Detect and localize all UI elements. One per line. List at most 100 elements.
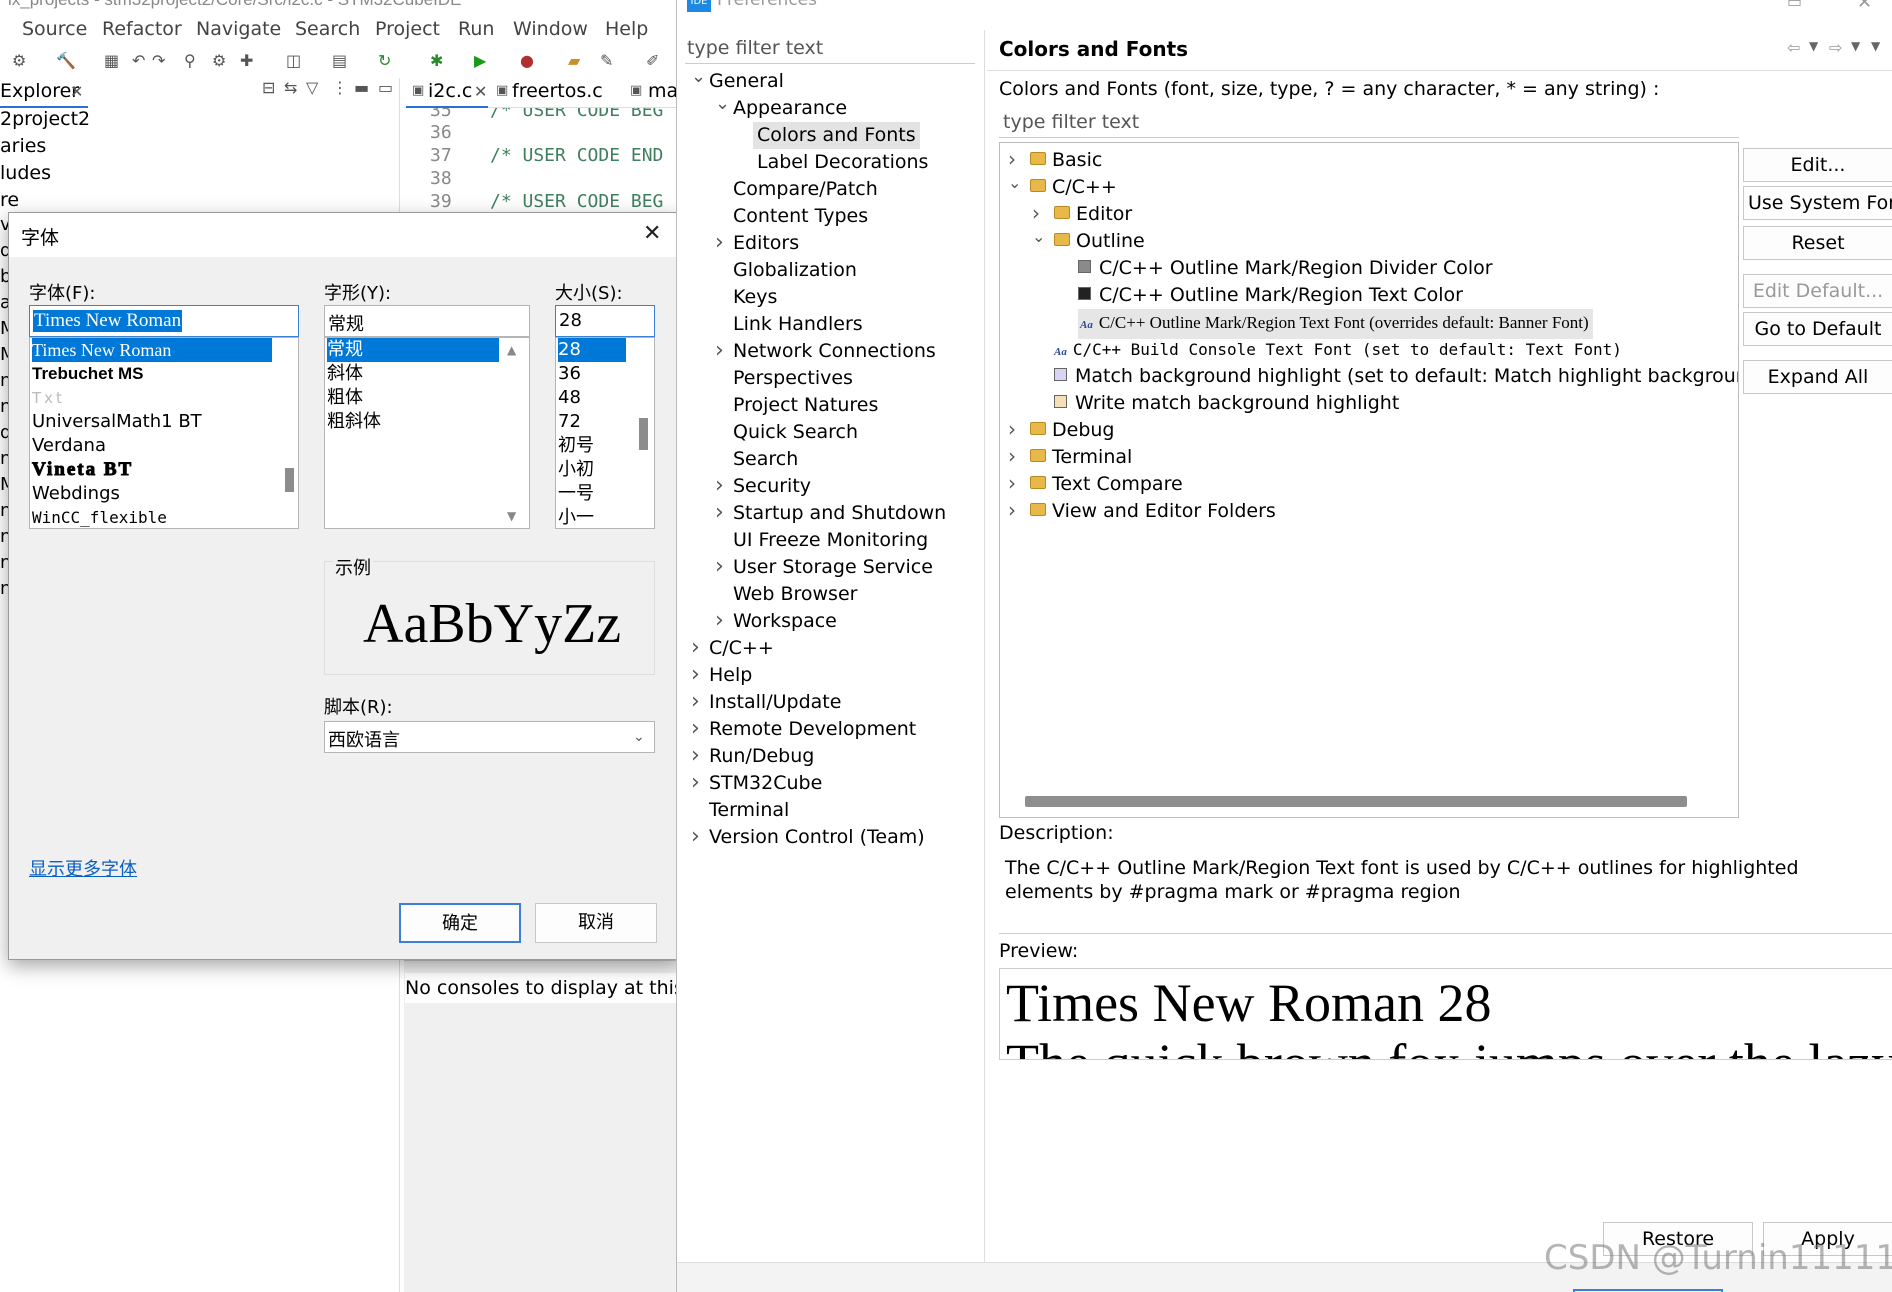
debug-icon[interactable]: ⚙ — [12, 53, 26, 69]
list-item[interactable]: WinCC_flexible — [32, 506, 167, 528]
nav-item[interactable]: Link Handlers — [677, 311, 983, 338]
nav-item[interactable]: › Install/Update — [677, 689, 983, 716]
list-item[interactable]: 一号 — [558, 482, 594, 506]
chevron-down-icon[interactable]: ⌄ — [691, 63, 706, 90]
nav-item[interactable]: › C/C++ — [677, 635, 983, 662]
list-item[interactable]: 小初 — [558, 458, 594, 482]
family-scrollbar[interactable] — [280, 338, 298, 528]
nav-item[interactable]: › Workspace — [677, 608, 983, 635]
style-input[interactable]: 常规 — [324, 305, 530, 337]
nav-item[interactable]: Compare/Patch — [677, 176, 983, 203]
pencil-icon[interactable]: ✐ — [646, 53, 659, 69]
pen-icon[interactable]: ✎ — [600, 53, 613, 69]
nav-item[interactable]: › User Storage Service — [677, 554, 983, 581]
chevron-right-icon[interactable]: › — [691, 634, 700, 661]
collapse-icon[interactable]: ⊟ — [262, 80, 275, 96]
nav-item[interactable]: UI Freeze Monitoring — [677, 527, 983, 554]
nav-item[interactable]: › Startup and Shutdown — [677, 500, 983, 527]
edit-button[interactable]: Edit... — [1743, 148, 1892, 182]
chevron-right-icon[interactable]: › — [1008, 497, 1016, 524]
edit-default-button[interactable]: Edit Default... — [1743, 274, 1892, 308]
list-item[interactable]: 小一 — [558, 506, 594, 528]
nav-item[interactable]: ⌄ Appearance — [677, 93, 983, 122]
nav-item[interactable]: Project Natures — [677, 392, 983, 419]
bug-icon[interactable]: ✱ — [430, 53, 443, 69]
explorer-item[interactable]: aries — [0, 135, 46, 157]
menu-run[interactable]: Run — [458, 18, 494, 40]
menu-icon[interactable]: ▼ — [1871, 40, 1880, 52]
expand-all-button[interactable]: Expand All — [1743, 360, 1892, 394]
tree-hscroll[interactable] — [1025, 796, 1687, 807]
chevron-right-icon[interactable]: › — [715, 607, 724, 634]
gear-icon[interactable]: ⚙ — [212, 53, 226, 69]
close-icon[interactable]: ✕ — [1857, 0, 1872, 12]
chevron-right-icon[interactable]: › — [691, 769, 700, 796]
nav-item[interactable]: › STM32Cube — [677, 770, 983, 797]
list-item[interactable]: Txt — [32, 386, 65, 410]
save-icon[interactable]: ▦ — [104, 53, 119, 69]
forward-icon[interactable]: ⇨ — [1829, 40, 1842, 56]
list-item[interactable]: 36 — [558, 362, 581, 386]
run-icon[interactable]: ▶ — [474, 53, 486, 69]
nav-item[interactable]: › Editors — [677, 230, 983, 257]
prefs-filter-input[interactable]: type filter text — [685, 34, 975, 64]
list-item[interactable]: 48 — [558, 386, 581, 410]
undo-icon[interactable]: ↶ — [132, 53, 145, 69]
nav-item[interactable]: › Security — [677, 473, 983, 500]
scroll-down-icon[interactable]: ▼ — [507, 510, 516, 522]
list-item[interactable]: 粗斜体 — [327, 410, 381, 434]
folder-open-icon[interactable]: ▰ — [568, 53, 580, 69]
chevron-down-icon[interactable]: ▼ — [1809, 40, 1818, 52]
family-input[interactable]: Times New Roman — [29, 305, 299, 337]
tab-main[interactable]: ▣ mai — [628, 78, 683, 108]
nav-item[interactable]: › Remote Development — [677, 716, 983, 743]
list-item[interactable]: Times New Roman — [32, 338, 272, 362]
nav-item[interactable]: Search — [677, 446, 983, 473]
file-icon[interactable]: ▤ — [332, 53, 347, 69]
list-item[interactable]: 初号 — [558, 434, 594, 458]
go-to-default-button[interactable]: Go to Default — [1743, 312, 1892, 346]
nav-item[interactable]: Terminal — [677, 797, 983, 824]
menu-source[interactable]: Source — [22, 18, 87, 40]
filter-icon[interactable]: ▽ — [306, 80, 318, 96]
chevron-right-icon[interactable]: › — [715, 499, 724, 526]
nav-item[interactable]: Colors and Fonts — [677, 122, 983, 149]
tab-freertos[interactable]: ▣ freertos.c — [494, 78, 606, 108]
nav-item[interactable]: Quick Search — [677, 419, 983, 446]
colors-fonts-tree[interactable]: › Basic ⌄ C/C++ › Editor ⌄ Outline C/C++ Outline… — [999, 142, 1739, 818]
size-input[interactable]: 28 — [555, 305, 655, 337]
list-item[interactable]: 常规 — [327, 338, 499, 362]
chevron-right-icon[interactable]: › — [691, 715, 700, 742]
menu-navigate[interactable]: Navigate — [196, 18, 281, 40]
scroll-up-icon[interactable]: ▲ — [507, 344, 516, 356]
close-icon[interactable]: ✕ — [474, 84, 487, 100]
chevron-right-icon[interactable]: › — [1008, 470, 1016, 497]
list-item[interactable]: Trebuchet MS — [32, 362, 143, 386]
code-editor[interactable]: 35 /* USER CODE BEG 36 37 /* USER CODE E… — [404, 108, 676, 218]
explorer-item[interactable]: 2project2 — [0, 108, 90, 130]
list-item[interactable]: Vineta BT — [31, 458, 133, 482]
use-system-font-button[interactable]: Use System Font — [1743, 186, 1892, 220]
nav-item[interactable]: › Network Connections — [677, 338, 983, 365]
nav-item[interactable]: › Run/Debug — [677, 743, 983, 770]
size-scrollbar[interactable] — [632, 338, 654, 528]
nav-item[interactable]: Web Browser — [677, 581, 983, 608]
explorer-item[interactable]: ludes — [0, 162, 51, 184]
chevron-right-icon[interactable]: › — [715, 229, 724, 256]
back-icon[interactable]: ⇦ — [1787, 40, 1800, 56]
menu-refactor[interactable]: Refactor — [102, 18, 182, 40]
nav-item[interactable]: Content Types — [677, 203, 983, 230]
nav-item[interactable]: Perspectives — [677, 365, 983, 392]
script-select[interactable]: 西欧语言 ⌄ — [324, 721, 655, 753]
chevron-down-icon[interactable]: ⌄ — [1032, 223, 1045, 250]
family-list[interactable]: Times New Roman Trebuchet MS Txt Univers… — [29, 337, 299, 529]
more-fonts-link[interactable]: 显示更多字体 — [29, 855, 137, 881]
list-item[interactable]: 斜体 — [327, 362, 363, 386]
list-item[interactable]: 72 — [558, 410, 581, 434]
explorer-tab[interactable]: Explorer ✕ — [0, 78, 88, 108]
chevron-right-icon[interactable]: › — [715, 337, 724, 364]
tab-i2c[interactable]: ▣ i2c.c ✕ — [406, 78, 488, 108]
size-list[interactable]: 28 36 48 72 初号 小初 一号 小一 — [555, 337, 655, 529]
redo-icon[interactable]: ↷ — [152, 53, 165, 69]
maximize-icon[interactable]: ▭ — [1787, 0, 1802, 10]
